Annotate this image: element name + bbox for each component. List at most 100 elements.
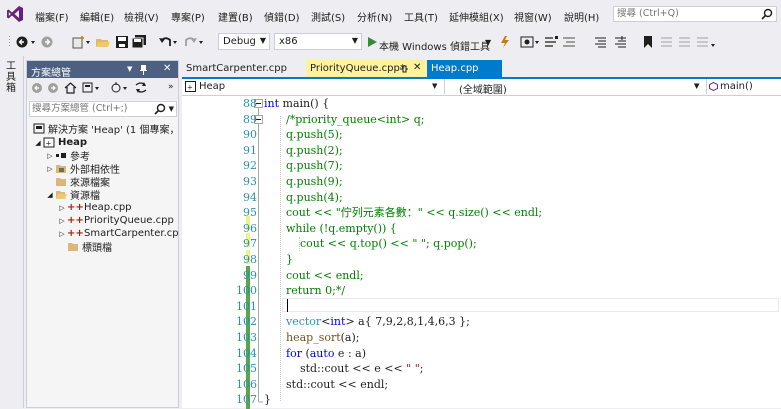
menu-debug[interactable]: 偵錯(D) xyxy=(264,9,300,24)
forward-icon[interactable] xyxy=(47,82,59,94)
uncomment-icon[interactable] xyxy=(614,35,628,49)
code-line[interactable]: int main() { xyxy=(264,96,329,111)
open-file-icon[interactable] xyxy=(95,35,111,49)
code-line[interactable]: while (!q.empty()) { xyxy=(286,221,397,236)
search-icon[interactable] xyxy=(761,8,773,20)
menu-build[interactable]: 建置(B) xyxy=(218,9,253,24)
platform-dropdown[interactable]: x86 ▼ xyxy=(274,33,362,50)
chevron-down-icon[interactable]: ▼ xyxy=(169,105,174,113)
toolbox-strip[interactable]: 工具箱 xyxy=(0,56,24,408)
window-position-icon[interactable]: ▼ xyxy=(127,65,132,73)
code-line[interactable]: cout << "佇列元素各數：" << q.size() << endl; xyxy=(286,205,542,220)
screenshot-icon[interactable] xyxy=(520,35,542,49)
expanded-icon[interactable]: ◢ xyxy=(33,139,43,147)
code-line[interactable]: q.push(5); xyxy=(286,127,343,142)
solution-explorer-titlebar: 方案總管 ▼ ✕ xyxy=(27,61,178,79)
forward-icon[interactable] xyxy=(40,35,54,49)
tab-smartcarpenter[interactable]: SmartCarpenter.cpp xyxy=(182,60,307,77)
redo-icon[interactable] xyxy=(184,35,206,49)
next-bookmark-icon[interactable] xyxy=(678,35,692,49)
previous-bookmark-icon[interactable] xyxy=(660,35,674,49)
expanded-icon[interactable]: ◢ xyxy=(45,191,55,199)
pending-changes-filter-icon[interactable] xyxy=(110,81,130,94)
tree-item-resource-files[interactable]: ◢ 資源檔 xyxy=(45,188,100,203)
step-icon[interactable] xyxy=(544,35,560,49)
code-line[interactable]: } xyxy=(286,252,293,267)
code-line[interactable]: return 0;*/ xyxy=(286,283,345,298)
new-project-icon[interactable] xyxy=(71,35,93,49)
code-line[interactable]: q.push(4); xyxy=(286,190,343,205)
navigate-icon[interactable] xyxy=(562,35,578,49)
solution-search-box[interactable]: ▼ xyxy=(29,101,177,117)
scope-dropdown[interactable]: (全域範圍) ▼ xyxy=(445,79,707,96)
collapsed-icon[interactable]: ▷ xyxy=(57,217,67,225)
quick-launch-input[interactable] xyxy=(617,8,757,19)
collapsed-icon[interactable]: ▷ xyxy=(45,165,55,173)
tab-priorityqueue[interactable]: PriorityQueue.cpp* ✕ xyxy=(306,60,427,77)
start-debugging-button[interactable]: 本機 Windows 偵錯工具 xyxy=(379,38,490,53)
quick-launch-box[interactable] xyxy=(613,6,777,22)
collapsed-icon[interactable]: ▷ xyxy=(57,204,67,212)
pin-icon[interactable] xyxy=(400,65,408,73)
code-line[interactable]: std::cout << e << " "; xyxy=(286,361,424,376)
tree-item-priorityqueue-cpp[interactable]: ▷ ++ PriorityQueue.cpp xyxy=(57,214,174,227)
menu-view[interactable]: 檢視(V) xyxy=(124,9,159,24)
tree-item-smartcarpenter-cpp[interactable]: ▷ ++ SmartCarpenter.cpp xyxy=(57,227,178,240)
bookmark-icon[interactable] xyxy=(642,35,654,49)
menu-file[interactable]: 檔案(F) xyxy=(35,9,69,24)
tree-item-heap-cpp[interactable]: ▷ ++ Heap.cpp xyxy=(57,201,131,214)
toolbox-tab[interactable]: 工具箱 xyxy=(6,61,18,94)
code-line[interactable]: q.push(2); xyxy=(286,143,343,158)
menu-project[interactable]: 專案(P) xyxy=(171,9,205,24)
code-line[interactable]: cout << endl; xyxy=(286,268,364,283)
tab-heap[interactable]: Heap.cpp xyxy=(427,60,502,77)
member-dropdown[interactable]: ▼ main() xyxy=(694,79,781,94)
pin-icon[interactable] xyxy=(139,64,148,75)
close-icon[interactable]: ✕ xyxy=(163,63,171,74)
line-number: 91 xyxy=(243,143,257,157)
function-icon xyxy=(709,82,718,91)
configuration-dropdown[interactable]: Debug ▼ xyxy=(218,33,270,50)
menu-edit[interactable]: 編輯(E) xyxy=(80,9,114,24)
overflow-icon[interactable]: » xyxy=(168,82,174,92)
switch-views-icon[interactable] xyxy=(82,81,102,94)
code-line[interactable]: std::cout << endl; xyxy=(286,377,388,392)
back-icon[interactable] xyxy=(31,82,43,94)
clear-bookmarks-icon[interactable] xyxy=(696,35,716,49)
menu-window[interactable]: 視窗(W) xyxy=(514,9,552,24)
save-all-icon[interactable] xyxy=(131,35,147,49)
save-icon[interactable] xyxy=(115,35,129,49)
undo-icon[interactable] xyxy=(158,35,180,49)
chevron-down-icon[interactable]: ▼ xyxy=(485,38,491,47)
code-line[interactable]: q.push(9); xyxy=(286,174,343,189)
code-line[interactable]: for (auto e : a) xyxy=(286,346,366,361)
menu-tools[interactable]: 工具(T) xyxy=(404,9,438,24)
code-line[interactable]: /*priority_queue<int> q; xyxy=(286,112,425,127)
sync-icon[interactable] xyxy=(134,81,148,94)
comment-out-icon[interactable] xyxy=(594,35,608,49)
navigation-bar: + Heap ▼ (全域範圍) ▼ ▼ main() xyxy=(182,79,781,96)
code-line[interactable]: cout << q.top() << " "; q.pop(); xyxy=(286,236,477,251)
code-area[interactable]: 88 89 90 91 92 93 94 95 96 97 98 99 100 … xyxy=(182,96,781,409)
home-icon[interactable] xyxy=(64,81,77,94)
collapsed-icon[interactable]: ▷ xyxy=(57,230,67,238)
menu-analyze[interactable]: 分析(N) xyxy=(357,9,392,24)
tree-item-header-files[interactable]: 標頭檔 xyxy=(67,240,112,254)
menu-test[interactable]: 測試(S) xyxy=(311,9,345,24)
close-tab-icon[interactable]: ✕ xyxy=(413,62,421,73)
hot-reload-icon[interactable] xyxy=(498,35,512,49)
back-icon[interactable] xyxy=(16,35,38,49)
search-icon[interactable] xyxy=(154,103,166,115)
code-line[interactable]: } xyxy=(264,392,271,407)
code-line[interactable]: q.push(7); xyxy=(286,158,343,173)
text-cursor xyxy=(287,299,288,312)
code-line[interactable]: heap_sort(a); xyxy=(286,330,360,345)
code-line[interactable]: vector<int> a{ 7,9,2,8,1,4,6,3 }; xyxy=(286,314,470,329)
solution-search-input[interactable] xyxy=(32,103,152,114)
project-dropdown[interactable]: + Heap ▼ xyxy=(182,79,445,94)
menu-extensions[interactable]: 延伸模組(X) xyxy=(449,9,504,24)
collapsed-icon[interactable]: ▷ xyxy=(45,152,55,160)
start-debugging-icon[interactable] xyxy=(366,35,378,49)
tree-item-solution[interactable]: 解決方案 'Heap' (1 個專案，共 1 個) xyxy=(33,122,178,136)
menu-help[interactable]: 說明(H) xyxy=(564,9,599,24)
